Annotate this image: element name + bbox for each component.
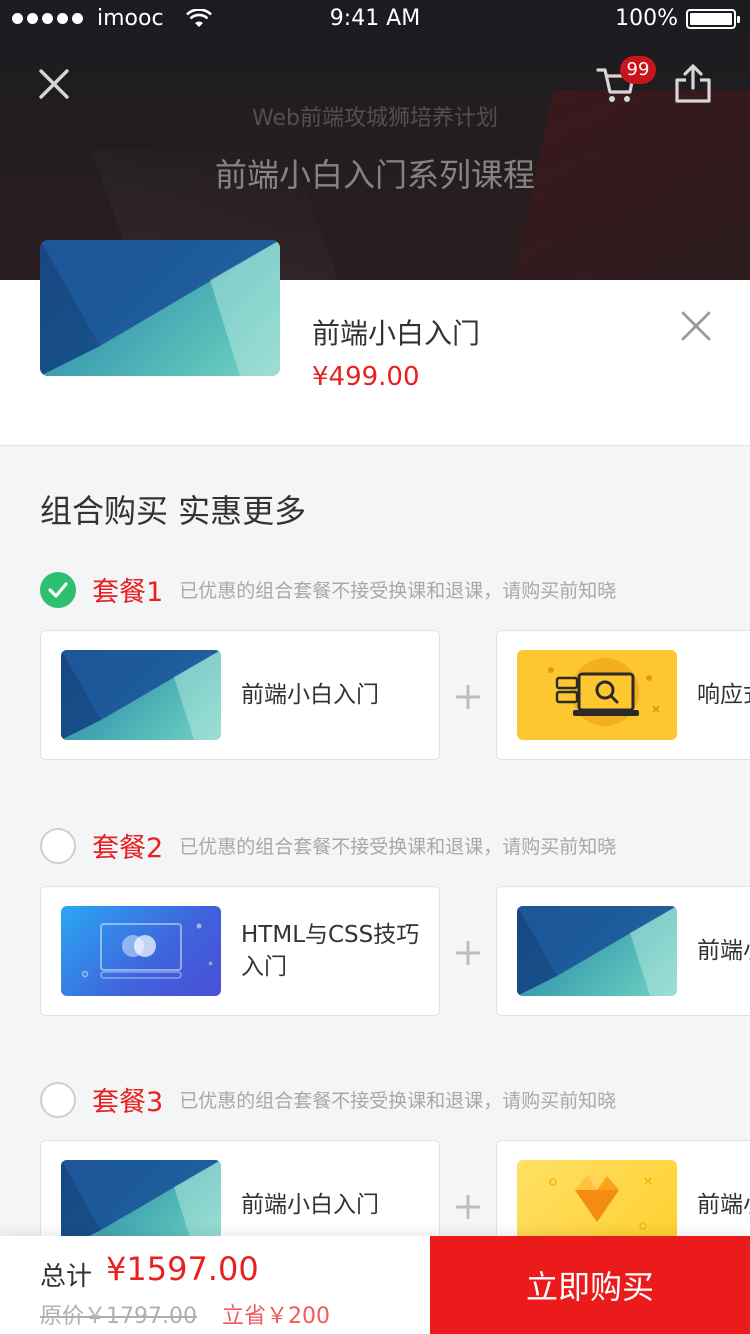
package-name: 套餐3 bbox=[92, 1087, 164, 1118]
package-2-header: 套餐2 已优惠的组合套餐不接受换课和退课，请购买前知晓 bbox=[40, 826, 616, 865]
course-thumbnail bbox=[517, 650, 677, 740]
saving-amount: 立省￥200 bbox=[222, 1304, 330, 1329]
blue-envelope-thumbnail bbox=[40, 240, 280, 376]
package-radio-selected[interactable] bbox=[40, 571, 76, 608]
package-note: 已优惠的组合套餐不接受换课和退课，请购买前知晓 bbox=[179, 1090, 617, 1112]
course-title: 前端小白入门 bbox=[241, 682, 379, 708]
product-thumbnail bbox=[40, 240, 280, 376]
product-name: 前端小白入门 bbox=[312, 317, 481, 350]
course-thumbnail bbox=[61, 906, 221, 996]
course-title: 前端小白入门 bbox=[697, 938, 750, 964]
status-bar: imooc 9:41 AM 100% bbox=[0, 0, 750, 40]
package-course-card[interactable]: HTML与CSS技巧入门 bbox=[40, 886, 440, 1016]
package-radio[interactable] bbox=[40, 827, 76, 864]
video-player-thumbnail bbox=[61, 906, 221, 996]
course-thumbnail bbox=[61, 650, 221, 740]
check-icon bbox=[48, 581, 68, 598]
plus-icon bbox=[456, 1195, 480, 1219]
course-title: 响应式 bbox=[697, 682, 750, 708]
package-note: 已优惠的组合套餐不接受换课和退课，请购买前知晓 bbox=[179, 836, 617, 858]
package-course-card[interactable]: 前端小白入门 bbox=[496, 886, 750, 1016]
blue-envelope-thumbnail bbox=[517, 906, 677, 996]
combo-heading: 组合购买 实惠更多 bbox=[40, 492, 307, 530]
plus-icon bbox=[456, 941, 480, 965]
package-1-header: 套餐1 已优惠的组合套餐不接受换课和退课，请购买前知晓 bbox=[40, 570, 616, 609]
series-subtitle: Web前端攻城狮培养计划 bbox=[252, 106, 498, 131]
original-price: 原价￥1797.00 bbox=[40, 1304, 197, 1329]
package-name: 套餐2 bbox=[92, 833, 164, 864]
total-price: ¥1597.00 bbox=[106, 1250, 259, 1288]
battery-icon bbox=[686, 8, 740, 29]
package-3-header: 套餐3 已优惠的组合套餐不接受换课和退课，请购买前知晓 bbox=[40, 1080, 616, 1119]
product-price: ¥499.00 bbox=[312, 362, 420, 392]
buy-now-button[interactable]: 立即购买 bbox=[430, 1236, 750, 1334]
cart-count-badge: 99 bbox=[620, 56, 656, 84]
total-label: 总计 bbox=[40, 1262, 93, 1292]
package-name: 套餐1 bbox=[92, 577, 164, 608]
series-title: 前端小白入门系列课程 bbox=[214, 156, 535, 194]
package-radio[interactable] bbox=[40, 1081, 76, 1118]
share-icon[interactable] bbox=[674, 62, 712, 104]
status-right: 100% bbox=[615, 6, 740, 31]
course-hero-header: imooc 9:41 AM 100% 99 Web前端攻城狮培养计划 前端小白入… bbox=[0, 0, 750, 280]
close-icon[interactable] bbox=[680, 310, 712, 342]
package-note: 已优惠的组合套餐不接受换课和退课，请购买前知晓 bbox=[179, 580, 617, 602]
course-title: HTML与CSS技巧入门 bbox=[241, 922, 420, 980]
battery-percent: 100% bbox=[615, 6, 678, 31]
checkout-bar: 总计 ¥1597.00 原价￥1797.00 立省￥200 立即购买 bbox=[0, 1236, 750, 1334]
package-course-card[interactable]: 响应式 bbox=[496, 630, 750, 760]
package-course-card[interactable]: 前端小白入门 bbox=[40, 630, 440, 760]
close-icon[interactable] bbox=[36, 66, 72, 102]
search-laptop-thumbnail bbox=[517, 650, 677, 740]
course-purchase-page: imooc 9:41 AM 100% 99 Web前端攻城狮培养计划 前端小白入… bbox=[0, 0, 750, 1334]
blue-envelope-thumbnail bbox=[61, 650, 221, 740]
course-thumbnail bbox=[517, 906, 677, 996]
plus-icon bbox=[456, 685, 480, 709]
